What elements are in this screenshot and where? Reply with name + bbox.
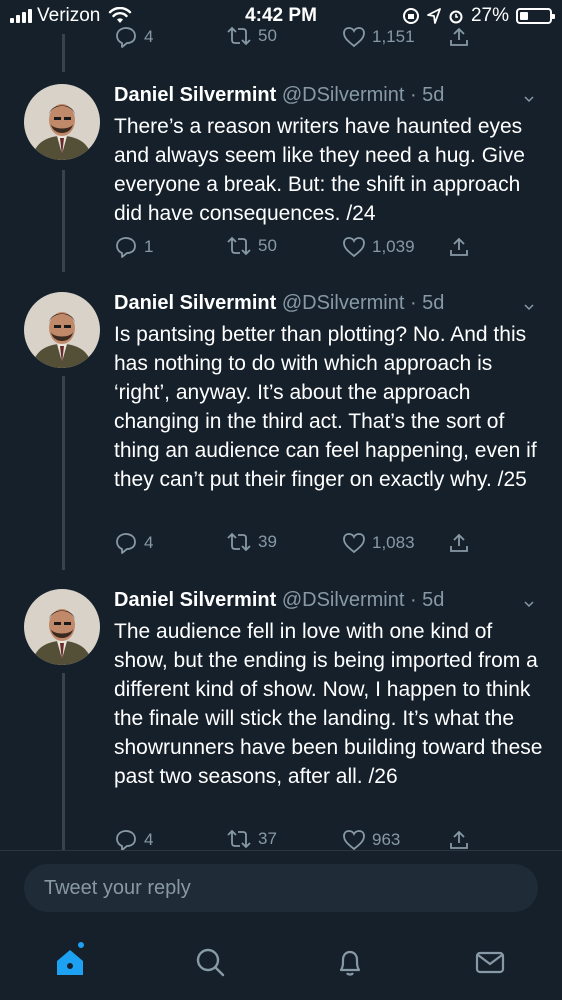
tab-search[interactable]: [192, 944, 228, 980]
avatar-image: [24, 292, 100, 368]
tweet-header: Daniel Silvermint @DSilvermint · 5d: [114, 589, 444, 612]
reply-count: 4: [144, 830, 154, 849]
separator: ·: [404, 589, 423, 611]
like-button[interactable]: 1,151: [342, 26, 415, 48]
bottom-bar: Tweet your reply: [0, 850, 562, 1000]
thread-line: [62, 376, 65, 570]
previous-tweet-actions: 4 50 1,151: [114, 26, 494, 50]
author-handle[interactable]: @DSilvermint: [282, 84, 405, 106]
battery-percent: 27%: [470, 5, 509, 26]
notifications-icon: [339, 950, 361, 976]
reply-count: 4: [144, 27, 154, 46]
share-button[interactable]: [448, 532, 470, 554]
battery-level: [520, 12, 528, 20]
retweet-button[interactable]: 50: [226, 26, 277, 46]
retweet-button[interactable]: 37: [226, 829, 277, 849]
share-icon: [450, 27, 468, 46]
thread-line: [62, 673, 65, 853]
reply-button[interactable]: 4: [114, 829, 153, 851]
like-count: 1,039: [372, 237, 415, 256]
separator: ·: [404, 84, 423, 106]
chevron-down-icon[interactable]: [524, 94, 534, 104]
share-button[interactable]: [448, 26, 470, 48]
share-icon: [450, 830, 468, 849]
tweet-age: 5d: [422, 292, 445, 314]
retweet-icon: [227, 829, 251, 849]
avatar-image: [24, 589, 100, 665]
tweet-header: Daniel Silvermint @DSilvermint · 5d: [114, 292, 444, 315]
avatar[interactable]: [24, 292, 100, 368]
reply-input[interactable]: Tweet your reply: [24, 864, 538, 912]
heart-icon: [343, 830, 365, 851]
reply-button[interactable]: 4: [114, 532, 153, 554]
thread-line: [62, 170, 65, 272]
like-button[interactable]: 963: [342, 829, 400, 851]
author-name[interactable]: Daniel Silvermint: [114, 292, 276, 314]
reply-button[interactable]: 1: [114, 236, 153, 258]
author-name[interactable]: Daniel Silvermint: [114, 84, 276, 106]
chevron-down-icon[interactable]: [524, 302, 534, 312]
like-count: 1,151: [372, 27, 415, 46]
search-icon: [196, 948, 225, 977]
retweet-button[interactable]: 39: [226, 532, 277, 552]
reply-count: 1: [144, 237, 154, 256]
tweet-age: 5d: [422, 589, 445, 611]
chevron-down-icon[interactable]: [524, 599, 534, 609]
avatar[interactable]: [24, 589, 100, 665]
retweet-icon: [227, 236, 251, 256]
tweet-text: Is pantsing better than plotting? No. An…: [114, 323, 537, 491]
like-count: 963: [372, 830, 401, 849]
tab-notifications[interactable]: [332, 944, 368, 980]
share-button[interactable]: [448, 236, 470, 258]
like-button[interactable]: 1,083: [342, 532, 415, 554]
author-handle[interactable]: @DSilvermint: [282, 589, 405, 611]
share-button[interactable]: [448, 829, 470, 851]
messages-icon: [475, 951, 505, 974]
author-handle[interactable]: @DSilvermint: [282, 292, 405, 314]
tweet-age: 5d: [422, 84, 445, 106]
reply-icon: [116, 237, 136, 258]
heart-icon: [343, 533, 365, 554]
retweet-button[interactable]: 50: [226, 236, 277, 256]
tab-messages[interactable]: [472, 944, 508, 980]
retweet-count: 37: [258, 829, 277, 848]
author-name[interactable]: Daniel Silvermint: [114, 589, 276, 611]
avatar[interactable]: [24, 84, 100, 160]
share-icon: [450, 533, 468, 552]
separator: ·: [404, 292, 423, 314]
divider: [0, 850, 562, 851]
new-tweets-dot: [78, 942, 84, 948]
tweet-actions: 1 50 1,039: [114, 236, 494, 260]
battery-icon: [516, 8, 555, 24]
reply-icon: [116, 27, 136, 48]
tab-bar: [0, 938, 562, 988]
tweet-text: The audience fell in love with one kind …: [114, 620, 543, 788]
thread-line: [62, 34, 65, 72]
heart-icon: [343, 27, 365, 48]
reply-icon: [116, 830, 136, 851]
share-icon: [450, 237, 468, 256]
heart-icon: [343, 237, 365, 258]
reply-button[interactable]: 4: [114, 26, 153, 48]
retweet-count: 39: [258, 532, 277, 551]
tweet-header: Daniel Silvermint @DSilvermint · 5d: [114, 84, 444, 107]
screen-lock-icon: [402, 8, 419, 24]
tab-home[interactable]: [52, 942, 88, 980]
location-icon: [427, 8, 441, 24]
retweet-icon: [227, 26, 251, 46]
home-icon: [57, 950, 83, 975]
retweet-icon: [227, 532, 251, 552]
reply-count: 4: [144, 533, 154, 552]
retweet-count: 50: [258, 236, 277, 255]
like-button[interactable]: 1,039: [342, 236, 415, 258]
tweet-actions: 4 39 1,083: [114, 532, 494, 556]
reply-icon: [116, 533, 136, 554]
like-count: 1,083: [372, 533, 415, 552]
alarm-icon: [449, 10, 463, 24]
tweet-text: There’s a reason writers have haunted ey…: [114, 115, 525, 225]
avatar-image: [24, 84, 100, 160]
retweet-count: 50: [258, 26, 277, 45]
